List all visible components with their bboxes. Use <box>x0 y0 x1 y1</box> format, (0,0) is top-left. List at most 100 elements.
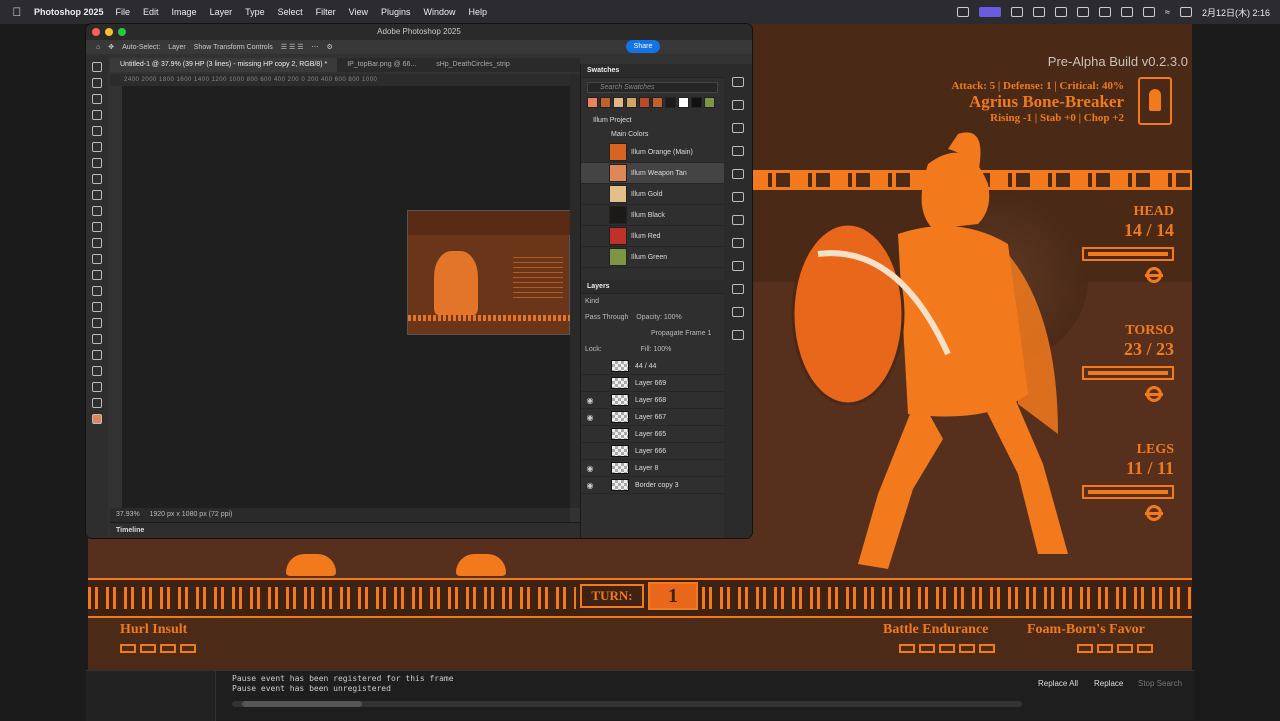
folder-main-colors[interactable]: Main Colors <box>581 128 724 142</box>
swatch-item[interactable]: Illum Orange (Main) <box>581 142 724 163</box>
menu-layer[interactable]: Layer <box>210 7 233 17</box>
eye-icon[interactable]: ◉ <box>581 396 599 405</box>
frame-tool-icon[interactable] <box>92 142 102 152</box>
fill-value[interactable]: 100% <box>653 346 671 353</box>
apple-icon[interactable]:  <box>0 5 34 19</box>
ability-foam-borns-favor[interactable]: Foam-Born's Favor <box>1027 622 1153 653</box>
eraser-icon[interactable] <box>92 238 102 248</box>
status-icon[interactable] <box>1077 7 1090 17</box>
canvas-area[interactable] <box>122 86 571 508</box>
lasso-tool-icon[interactable] <box>92 94 102 104</box>
status-icon[interactable] <box>1011 7 1024 17</box>
layer-row[interactable]: Layer 666 <box>581 443 724 460</box>
play-icon[interactable] <box>732 146 744 156</box>
menu-type[interactable]: Type <box>245 7 265 17</box>
stamp-tool-icon[interactable] <box>92 206 102 216</box>
layer-row[interactable]: ◉ Layer 667 <box>581 409 724 426</box>
close-button[interactable] <box>92 28 100 36</box>
layer-row[interactable]: Layer 665 <box>581 426 724 443</box>
swatch-chip[interactable] <box>613 97 624 108</box>
path-select-icon[interactable] <box>92 334 102 344</box>
folder-illum-project[interactable]: Illum Project <box>581 114 724 128</box>
swatches-title[interactable]: Swatches <box>581 64 724 78</box>
minimize-button[interactable] <box>105 28 113 36</box>
eyedropper-icon[interactable] <box>92 158 102 168</box>
align-icons[interactable]: ☰ ☰ ☰ <box>281 43 304 51</box>
tool-presets-icon[interactable] <box>732 192 744 202</box>
healing-brush-icon[interactable] <box>92 174 102 184</box>
wifi-icon[interactable]: ≈ <box>1165 7 1170 17</box>
rectangle-tool-icon[interactable] <box>92 350 102 360</box>
menu-image[interactable]: Image <box>172 7 197 17</box>
share-button[interactable]: Share <box>626 40 660 53</box>
kind-dropdown[interactable]: Kind <box>585 298 599 305</box>
history-brush-icon[interactable] <box>92 222 102 232</box>
menu-select[interactable]: Select <box>278 7 303 17</box>
horizontal-scrollbar[interactable] <box>232 701 1022 707</box>
home-icon[interactable]: ⌂ <box>96 44 100 51</box>
color-icon[interactable] <box>732 307 744 317</box>
magic-wand-icon[interactable] <box>92 110 102 120</box>
status-icon[interactable] <box>1055 7 1068 17</box>
hand-tool-icon[interactable] <box>92 366 102 376</box>
navigator-icon[interactable] <box>732 284 744 294</box>
document-preview[interactable] <box>407 210 571 335</box>
layers-title[interactable]: Layers <box>581 280 724 294</box>
swatch-chip[interactable] <box>704 97 715 108</box>
clock[interactable]: 2月12日(木) 2:16 <box>1202 6 1270 19</box>
type-tool-icon[interactable] <box>92 318 102 328</box>
zoom-level[interactable]: 37.93% <box>116 511 140 518</box>
propagate-label[interactable]: Propagate Frame 1 <box>651 330 711 337</box>
swatch-chip[interactable] <box>587 97 598 108</box>
input-source-icon[interactable] <box>1121 7 1134 17</box>
layer-row[interactable]: ◉ Border copy 3 <box>581 477 724 494</box>
properties-icon[interactable] <box>732 77 744 87</box>
status-icon[interactable] <box>1099 7 1112 17</box>
screen-record-icon[interactable] <box>979 7 1002 17</box>
layer-row[interactable]: Layer 669 <box>581 375 724 392</box>
swatch-item[interactable]: Illum Black <box>581 205 724 226</box>
zoom-tool-icon[interactable] <box>92 382 102 392</box>
replace-button[interactable]: Replace <box>1094 679 1123 688</box>
pen-tool-icon[interactable] <box>92 302 102 312</box>
menu-file[interactable]: File <box>116 7 131 17</box>
marquee-tool-icon[interactable] <box>92 78 102 88</box>
swatch-item[interactable]: Illum Weapon Tan <box>581 163 724 184</box>
clone-source-icon[interactable] <box>732 238 744 248</box>
paragraph-icon[interactable] <box>732 215 744 225</box>
blur-icon[interactable] <box>92 270 102 280</box>
brush-tool-icon[interactable] <box>92 190 102 200</box>
styles-icon[interactable] <box>732 330 744 340</box>
opacity-value[interactable]: 100% <box>664 314 682 321</box>
replace-all-button[interactable]: Replace All <box>1038 679 1078 688</box>
control-center-icon[interactable] <box>1179 7 1192 17</box>
swatch-item[interactable]: Illum Gold <box>581 184 724 205</box>
stop-search-button[interactable]: Stop Search <box>1138 679 1182 688</box>
gear-icon[interactable]: ⚙ <box>326 43 332 51</box>
tab-deathcircles[interactable]: sHp_DeathCircles_strip <box>426 58 520 72</box>
eye-icon[interactable]: ◉ <box>581 413 599 422</box>
swatch-chip[interactable] <box>678 97 689 108</box>
menu-plugins[interactable]: Plugins <box>381 7 411 17</box>
layer-filter[interactable]: Kind <box>581 294 724 310</box>
menu-help[interactable]: Help <box>469 7 488 17</box>
layer-row[interactable]: 44 / 44 <box>581 358 724 375</box>
blend-mode-dropdown[interactable]: Pass Through <box>585 314 628 321</box>
menu-window[interactable]: Window <box>424 7 456 17</box>
channels-icon[interactable] <box>732 261 744 271</box>
menu-view[interactable]: View <box>349 7 368 17</box>
brush-settings-icon[interactable] <box>732 169 744 179</box>
swatch-chip[interactable] <box>652 97 663 108</box>
adjustments-icon[interactable] <box>732 100 744 110</box>
ability-hurl-insult[interactable]: Hurl Insult <box>120 622 196 653</box>
eye-icon[interactable]: ◉ <box>581 464 599 473</box>
swatch-item[interactable]: Illum Green <box>581 247 724 268</box>
character-icon[interactable] <box>732 123 744 133</box>
zoom-button[interactable] <box>118 28 126 36</box>
swatch-chip[interactable] <box>600 97 611 108</box>
tab-untitled[interactable]: Untitled-1 @ 37.9% (39 HP (3 lines) - mi… <box>110 58 338 72</box>
color-swatch-icon[interactable] <box>92 414 102 424</box>
swatch-chip[interactable] <box>626 97 637 108</box>
status-icon[interactable] <box>1033 7 1046 17</box>
move-tool-icon[interactable] <box>92 62 102 72</box>
